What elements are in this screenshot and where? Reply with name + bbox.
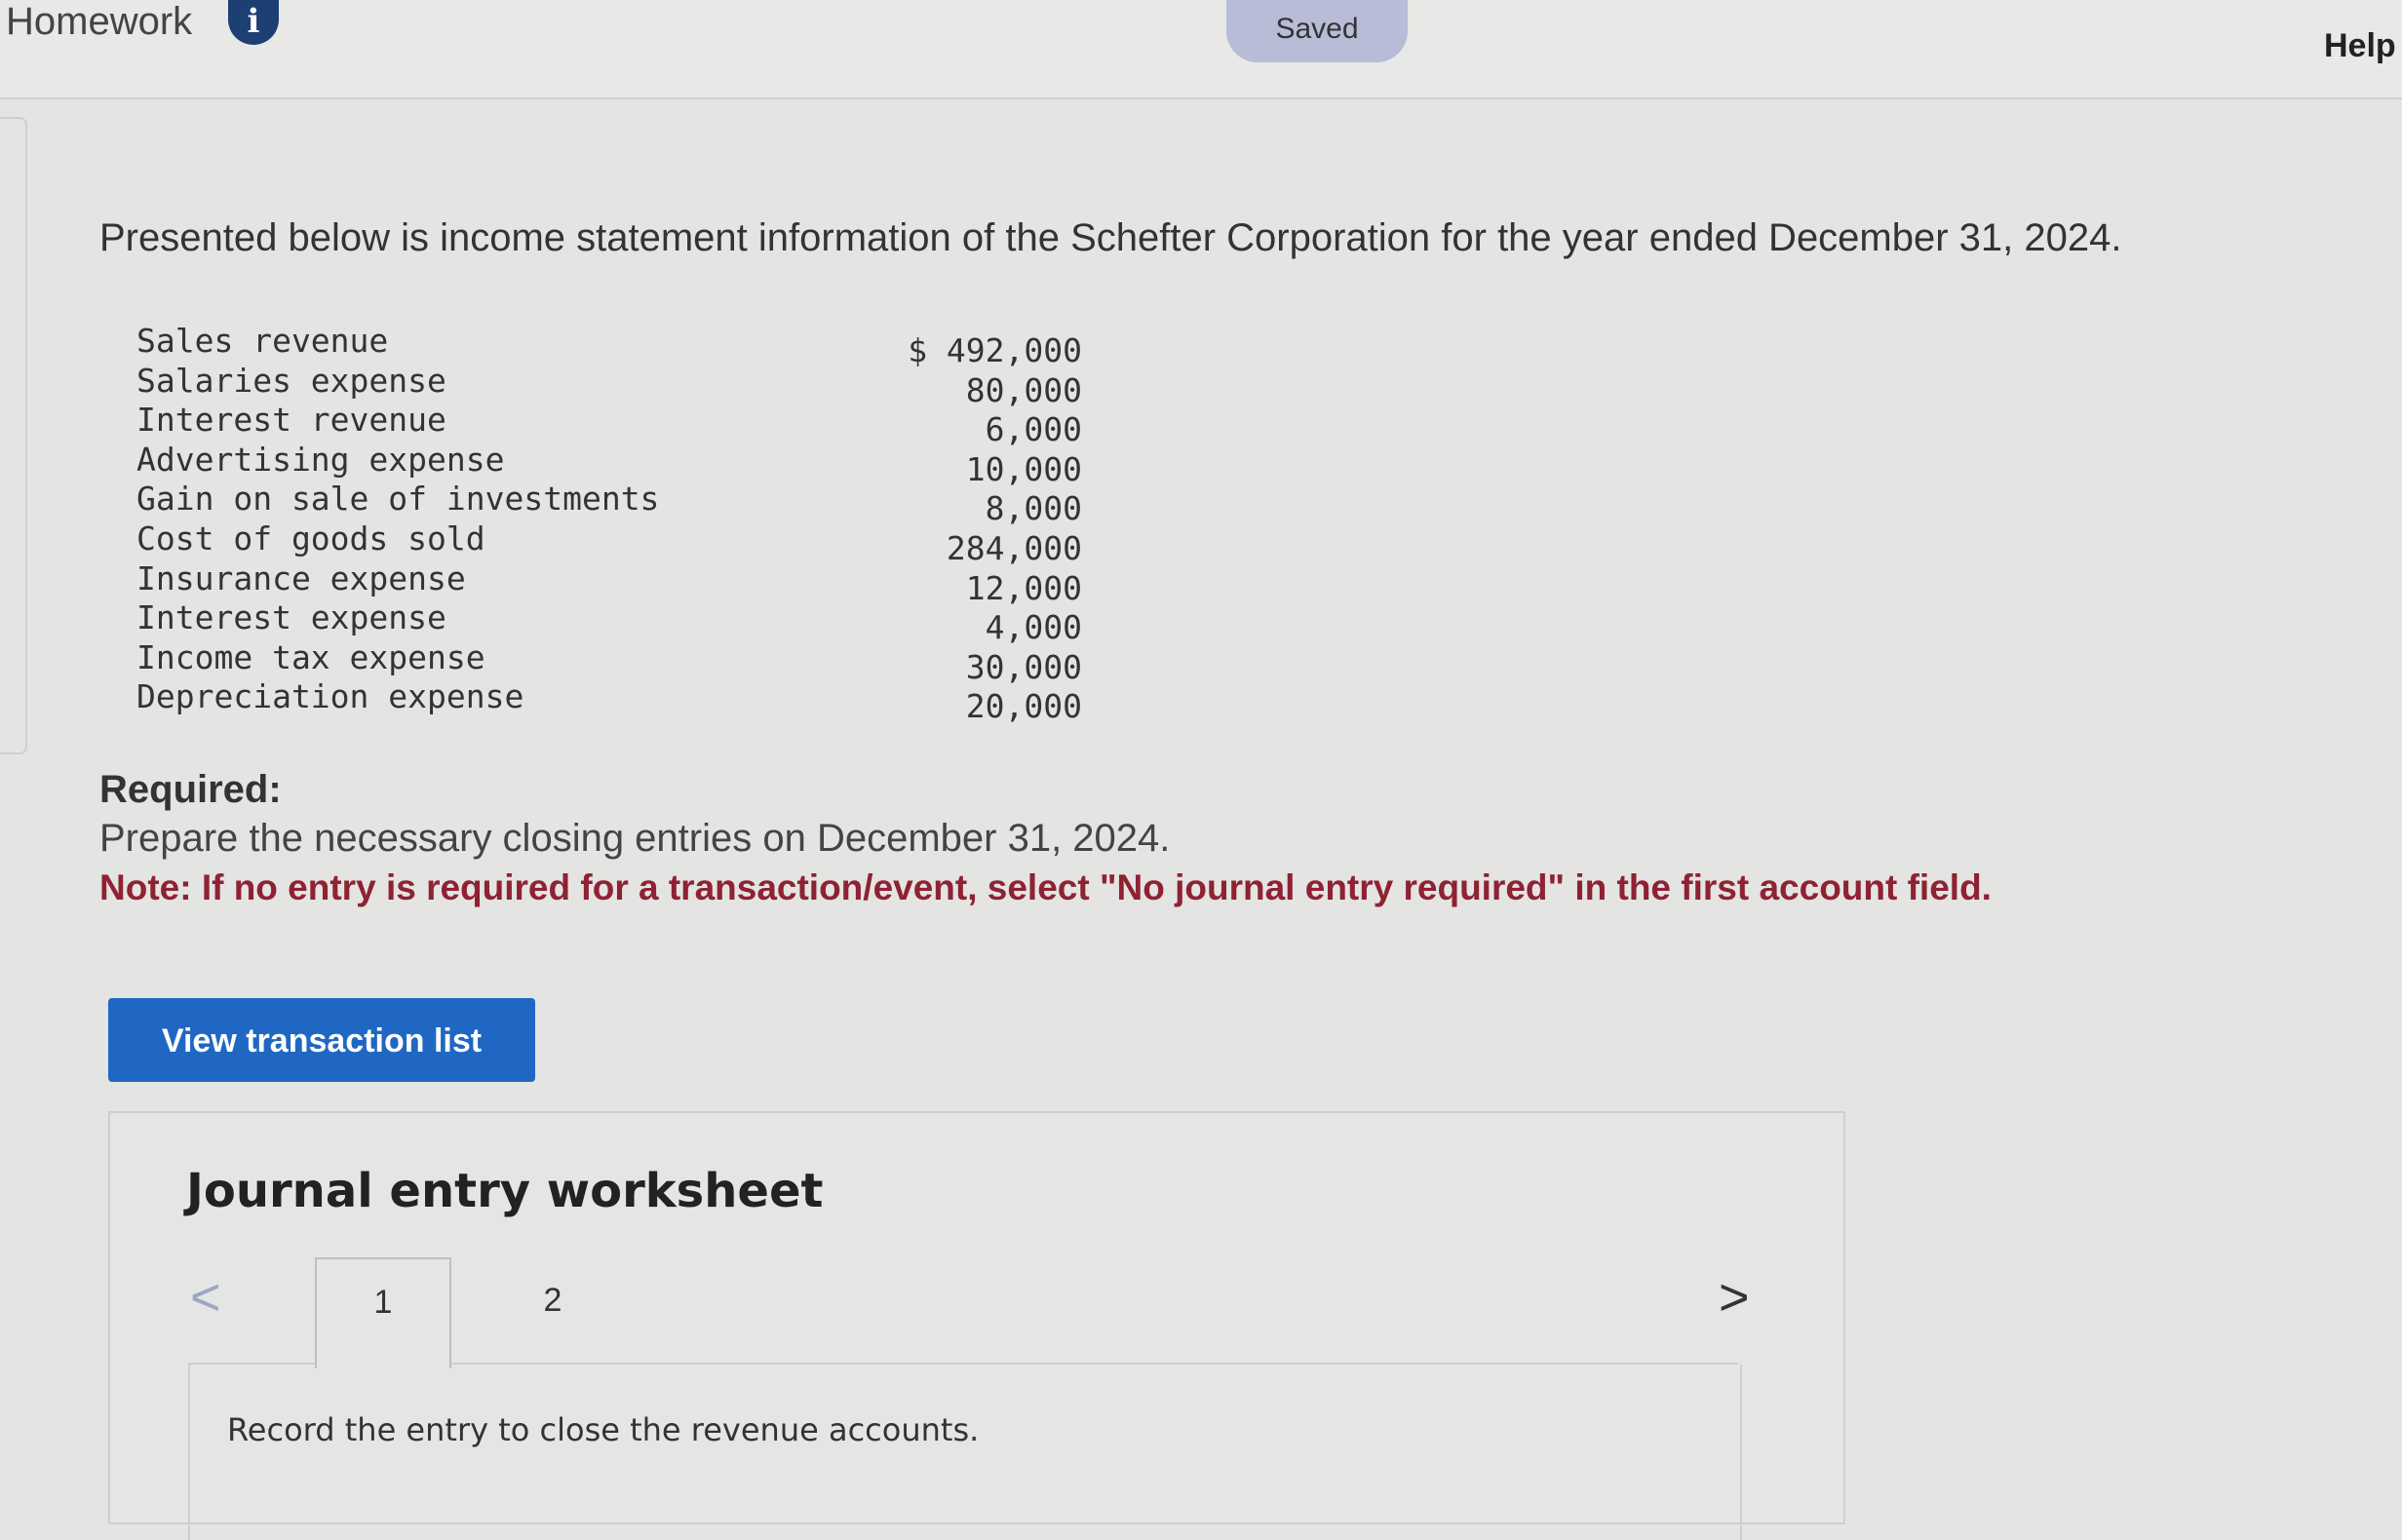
- journal-entry-worksheet: Journal entry worksheet < 1 2 > Record t…: [108, 1111, 1845, 1540]
- info-icon[interactable]: i: [228, 0, 279, 45]
- app-title: Homework: [6, 0, 193, 43]
- table-row: Depreciation expense 20,000: [136, 677, 1082, 725]
- table-row: Interest revenue 6,000: [136, 401, 1082, 448]
- required-heading: Required:: [99, 768, 282, 811]
- account-label: Gain on sale of investments: [136, 480, 660, 519]
- required-note: Note: If no entry is required for a tran…: [99, 867, 1992, 907]
- table-row: Insurance expense 12,000: [136, 558, 1082, 607]
- account-label: Advertising expense: [136, 440, 505, 479]
- income-statement-table: Sales revenue $ 492,000 Salaries expense…: [136, 322, 1082, 725]
- account-label: Insurance expense: [136, 558, 466, 597]
- account-label: Depreciation expense: [136, 677, 524, 716]
- table-row: Gain on sale of investments 8,000: [136, 480, 1082, 527]
- problem-intro: Presented below is income statement info…: [99, 216, 2122, 259]
- table-row: Sales revenue $ 492,000: [136, 322, 1082, 369]
- account-label: Sales revenue: [136, 322, 389, 360]
- table-row: Cost of goods sold 284,000: [136, 519, 1082, 567]
- account-label: Interest expense: [136, 598, 446, 637]
- table-row: Advertising expense 10,000: [136, 440, 1082, 488]
- entry-panel: Record the entry to close the revenue ac…: [188, 1365, 1742, 1540]
- account-label: Income tax expense: [136, 637, 485, 676]
- required-instruction: Prepare the necessary closing entries on…: [99, 817, 1171, 860]
- chevron-left-icon[interactable]: <: [190, 1271, 221, 1324]
- table-row: Income tax expense 30,000: [136, 637, 1082, 686]
- account-label: Interest revenue: [136, 401, 446, 440]
- top-bar: Homework i Saved Help: [0, 0, 2402, 99]
- help-link[interactable]: Help: [2324, 27, 2396, 65]
- table-row: Salaries expense 80,000: [136, 361, 1082, 409]
- side-panel-edge: [0, 117, 27, 754]
- entry-description: Record the entry to close the revenue ac…: [227, 1411, 980, 1448]
- view-transaction-list-button[interactable]: View transaction list: [108, 998, 535, 1082]
- chevron-right-icon[interactable]: >: [1719, 1271, 1750, 1324]
- tab-entry-1[interactable]: 1: [315, 1257, 451, 1368]
- table-row: Interest expense 4,000: [136, 598, 1082, 646]
- worksheet-title: Journal entry worksheet: [186, 1164, 824, 1218]
- account-label: Cost of goods sold: [136, 519, 485, 558]
- tab-entry-2[interactable]: 2: [486, 1257, 619, 1365]
- account-label: Salaries expense: [136, 361, 446, 400]
- account-amount: 20,000: [965, 687, 1082, 726]
- saved-status-badge: Saved: [1226, 0, 1408, 62]
